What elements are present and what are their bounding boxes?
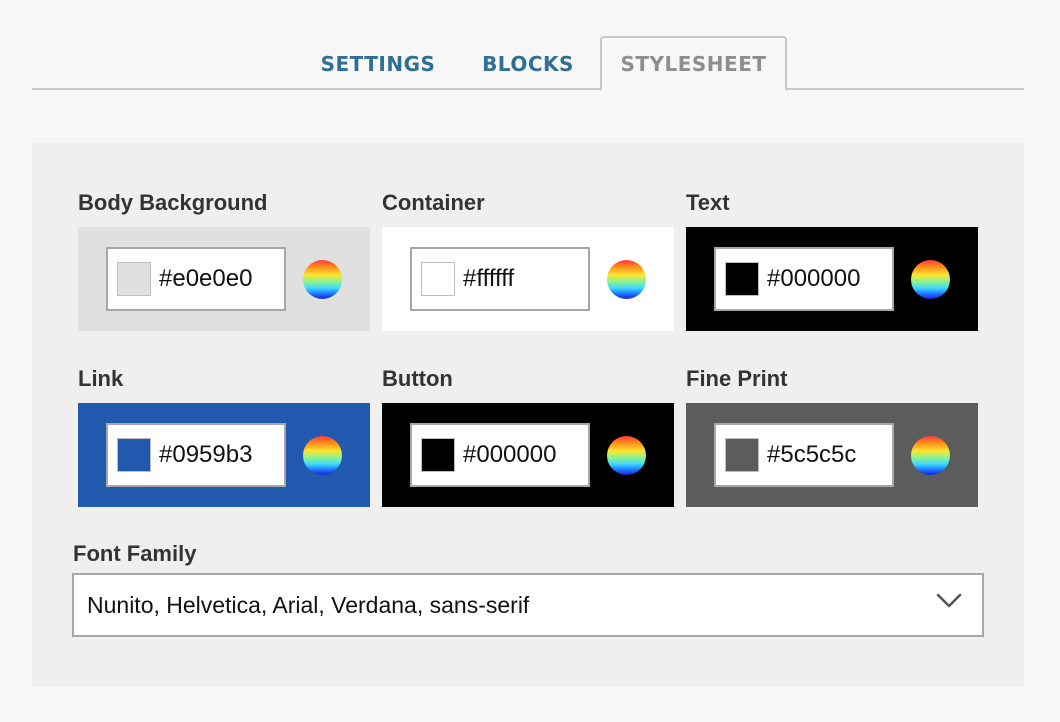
color-preview-box: #5c5c5c bbox=[686, 403, 978, 507]
color-swatch bbox=[117, 438, 151, 472]
hex-value: #5c5c5c bbox=[767, 441, 857, 468]
stylesheet-panel: Body Background #e0e0e0 Container #fffff… bbox=[32, 143, 1024, 687]
color-label: Text bbox=[686, 190, 730, 215]
hex-input-fine-print[interactable]: #5c5c5c bbox=[714, 423, 894, 487]
hex-input-button[interactable]: #000000 bbox=[410, 423, 590, 487]
hex-value: #000000 bbox=[463, 441, 557, 468]
color-wheel-icon[interactable] bbox=[303, 260, 342, 299]
color-wheel-icon[interactable] bbox=[911, 260, 950, 299]
color-swatch bbox=[725, 438, 759, 472]
color-swatch bbox=[421, 438, 455, 472]
color-swatch bbox=[421, 262, 455, 296]
hex-input-body-background[interactable]: #e0e0e0 bbox=[106, 247, 286, 311]
color-swatch bbox=[117, 262, 151, 296]
tab-stylesheet[interactable]: STYLESHEET bbox=[600, 36, 787, 91]
color-label: Body Background bbox=[78, 190, 268, 215]
color-wheel-icon[interactable] bbox=[911, 436, 950, 475]
hex-input-link[interactable]: #0959b3 bbox=[106, 423, 286, 487]
font-family-select[interactable]: Nunito, Helvetica, Arial, Verdana, sans-… bbox=[72, 573, 984, 637]
color-wheel-icon[interactable] bbox=[607, 260, 646, 299]
font-family-value: Nunito, Helvetica, Arial, Verdana, sans-… bbox=[87, 591, 530, 618]
color-label: Fine Print bbox=[686, 366, 788, 391]
tab-settings[interactable]: SETTINGS bbox=[310, 36, 446, 91]
hex-value: #0959b3 bbox=[159, 441, 253, 468]
hex-value: #ffffff bbox=[463, 265, 515, 292]
color-label: Container bbox=[382, 190, 485, 215]
chevron-down-icon bbox=[936, 593, 962, 608]
font-family-label: Font Family bbox=[73, 541, 197, 566]
color-preview-box: #000000 bbox=[382, 403, 674, 507]
color-preview-box: #ffffff bbox=[382, 227, 674, 331]
tab-bar: SETTINGS BLOCKS STYLESHEET bbox=[32, 0, 1024, 91]
hex-value: #e0e0e0 bbox=[159, 265, 253, 292]
color-preview-box: #0959b3 bbox=[78, 403, 370, 507]
color-label: Button bbox=[382, 366, 453, 391]
hex-input-container[interactable]: #ffffff bbox=[410, 247, 590, 311]
color-swatch bbox=[725, 262, 759, 296]
hex-input-text[interactable]: #000000 bbox=[714, 247, 894, 311]
color-wheel-icon[interactable] bbox=[607, 436, 646, 475]
color-preview-box: #e0e0e0 bbox=[78, 227, 370, 331]
tab-blocks[interactable]: BLOCKS bbox=[470, 36, 586, 91]
hex-value: #000000 bbox=[767, 265, 861, 292]
color-preview-box: #000000 bbox=[686, 227, 978, 331]
color-wheel-icon[interactable] bbox=[303, 436, 342, 475]
color-label: Link bbox=[78, 366, 124, 391]
